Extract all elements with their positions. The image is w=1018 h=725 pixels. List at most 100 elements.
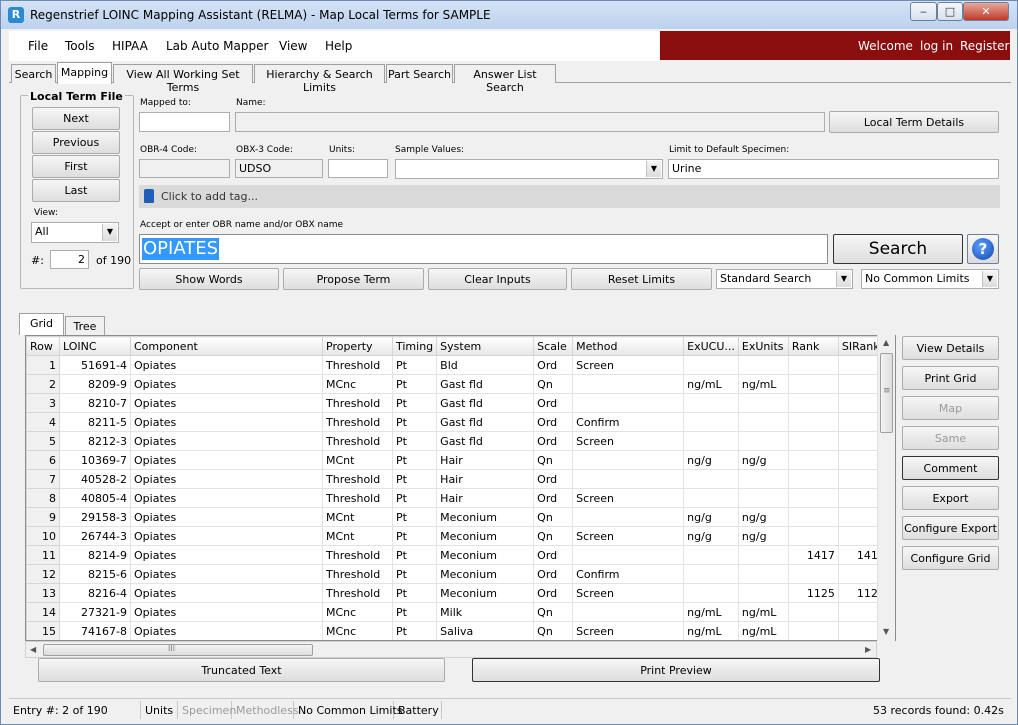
last-button[interactable]: Last [32, 179, 120, 202]
row-number-cell: 3 [26, 393, 60, 413]
grid-cell: Meconium [436, 583, 535, 603]
tab-hierarchy-search-limits[interactable]: Hierarchy & Search Limits [254, 64, 385, 94]
tab-answer-list-search[interactable]: Answer List Search [454, 64, 556, 94]
row-number-cell: 4 [26, 412, 60, 432]
reset-limits-button[interactable]: Reset Limits [571, 268, 712, 290]
view-details-button[interactable]: View Details [902, 336, 999, 360]
grid-column-header[interactable]: ExUnits [737, 336, 789, 356]
obx3-field[interactable]: UDSO [235, 159, 323, 178]
search-mode-select[interactable]: Standard Search ▼ [716, 269, 853, 289]
row-number-cell: 12 [26, 564, 60, 584]
grid-cell: 1125 [787, 583, 839, 603]
close-button[interactable]: ✕ [963, 2, 1009, 21]
table-row[interactable]: 4 8211-5 Opiates Threshold Pt Gast fld Ord Conf… [26, 412, 889, 432]
common-limits-select[interactable]: No Common Limits ▼ [861, 269, 999, 289]
scroll-up-icon[interactable]: ▲ [883, 338, 889, 347]
table-row[interactable]: 13 8216-4 Opiates Threshold Pt Meconium Ord Scr… [26, 583, 889, 603]
tab-mapping[interactable]: Mapping [57, 62, 112, 84]
grid-column-header[interactable]: Method [572, 336, 685, 356]
next-button[interactable]: Next [32, 107, 120, 130]
grid-cell: Opiates [130, 545, 323, 565]
table-row[interactable]: 12 8215-6 Opiates Threshold Pt Meconium Ord Con… [26, 564, 889, 584]
view-select[interactable]: All ▼ [31, 222, 119, 243]
default-specimen-field[interactable]: Urine [668, 159, 999, 179]
record-number-input[interactable]: 2 [50, 250, 89, 269]
grid-column-header[interactable]: Component [130, 336, 323, 356]
grid-column-header[interactable]: System [436, 336, 535, 356]
grid-cell [572, 507, 685, 527]
grid-cell: ng/mL [683, 602, 739, 622]
obr4-field[interactable] [139, 159, 230, 178]
map-button[interactable]: Map [902, 396, 999, 420]
minimize-button[interactable]: ‒ [910, 2, 937, 21]
name-field[interactable] [235, 112, 825, 132]
obr-obx-name-input[interactable]: OPIATES [139, 234, 828, 264]
first-button[interactable]: First [32, 155, 120, 178]
mapped-to-field[interactable] [139, 112, 230, 132]
configure-grid-button[interactable]: Configure Grid [902, 546, 999, 570]
help-button[interactable]: ? [967, 234, 999, 264]
same-button[interactable]: Same [902, 426, 999, 450]
horizontal-scroll-thumb[interactable]: III [43, 644, 313, 656]
grid-column-header[interactable]: Timing [391, 336, 438, 356]
default-specimen-label: Limit to Default Specimen: [669, 145, 790, 155]
grid-column-header[interactable]: Rank [787, 336, 839, 356]
export-button[interactable]: Export [902, 486, 999, 510]
table-row[interactable]: 3 8210-7 Opiates Threshold Pt Gast fld Ord [26, 393, 889, 413]
scroll-right-icon[interactable]: ▶ [865, 645, 871, 654]
table-row[interactable]: 9 29158-3 Opiates MCnt Pt Meconium Qn ng/g ng/g [26, 507, 889, 527]
configure-export-button[interactable]: Configure Export [902, 516, 999, 540]
table-row[interactable]: 7 40528-2 Opiates Threshold Pt Hair Ord [26, 469, 889, 489]
table-row[interactable]: 6 10369-7 Opiates MCnt Pt Hair Qn ng/g ng/g [26, 450, 889, 470]
grid-column-header[interactable]: Property [322, 336, 393, 356]
propose-term-button[interactable]: Propose Term [283, 268, 424, 290]
table-row[interactable]: 2 8209-9 Opiates MCnc Pt Gast fld Qn ng/mL ng/mL [26, 374, 889, 394]
local-term-details-button[interactable]: Local Term Details [829, 111, 999, 133]
tab-tree[interactable]: Tree [65, 316, 105, 335]
menu-view[interactable]: View [279, 39, 307, 53]
previous-button[interactable]: Previous [32, 131, 120, 154]
grid-horizontal-scrollbar[interactable]: ◀ III ▶ [25, 641, 877, 658]
table-row[interactable]: 8 40805-4 Opiates Threshold Pt Hair Ord Screen [26, 488, 889, 508]
truncated-text-button[interactable]: Truncated Text [38, 658, 445, 682]
menu-hipaa[interactable]: HIPAA [112, 39, 148, 53]
table-row[interactable]: 5 8212-3 Opiates Threshold Pt Gast fld Ord Scre… [26, 431, 889, 451]
menu-help[interactable]: Help [325, 39, 352, 53]
grid-cell: Qn [533, 602, 574, 622]
tab-view-all-working-set-terms[interactable]: View All Working Set Terms [113, 64, 253, 94]
grid-column-header[interactable]: Scale [533, 336, 574, 356]
grid-column-header[interactable]: ExUCU... [683, 336, 739, 356]
tab-grid[interactable]: Grid [19, 313, 64, 335]
grid-vertical-scrollbar[interactable]: ▲ ≡ ▼ [877, 335, 895, 641]
grid-column-header[interactable]: Row [26, 336, 60, 356]
tab-search[interactable]: Search [11, 64, 56, 83]
vertical-scroll-thumb[interactable]: ≡ [880, 353, 893, 433]
menu-tools[interactable]: Tools [65, 39, 95, 53]
sample-values-select[interactable]: ▼ [395, 159, 663, 179]
grid-cell [683, 355, 739, 375]
table-row[interactable]: 11 8214-9 Opiates Threshold Pt Meconium Ord 141… [26, 545, 889, 565]
grid-column-header[interactable]: LOINC [59, 336, 131, 356]
search-button[interactable]: Search [833, 234, 963, 264]
scroll-left-icon[interactable]: ◀ [30, 645, 36, 654]
menu-file[interactable]: File [28, 39, 48, 53]
print-preview-button[interactable]: Print Preview [472, 658, 880, 682]
tag-bar[interactable]: Click to add tag... [139, 185, 1000, 208]
menu-lab-auto-mapper[interactable]: Lab Auto Mapper [166, 39, 268, 53]
show-words-button[interactable]: Show Words [139, 268, 279, 290]
table-row[interactable]: 14 27321-9 Opiates MCnc Pt Milk Qn ng/mL ng/mL [26, 602, 889, 622]
units-field[interactable] [328, 159, 388, 178]
scroll-down-icon[interactable]: ▼ [883, 627, 889, 636]
login-link[interactable]: log in [920, 39, 953, 53]
tab-part-search[interactable]: Part Search [386, 64, 453, 83]
results-grid[interactable]: Row LOINC Component Property Timing System Sca… [25, 335, 896, 641]
maximize-button[interactable]: □ [937, 2, 963, 21]
table-row[interactable]: 1 51691-4 Opiates Threshold Pt Bld Ord Screen [26, 355, 889, 375]
table-row[interactable]: 10 26744-3 Opiates MCnt Pt Meconium Qn Screen ng… [26, 526, 889, 546]
print-grid-button[interactable]: Print Grid [902, 366, 999, 390]
comment-button[interactable]: Comment [902, 456, 999, 480]
table-row[interactable]: 15 74167-8 Opiates MCnc Pt Saliva Qn Screen ng/m… [26, 621, 889, 640]
view-label: View: [34, 208, 58, 218]
register-link[interactable]: Register [960, 39, 1009, 53]
clear-inputs-button[interactable]: Clear Inputs [428, 268, 567, 290]
